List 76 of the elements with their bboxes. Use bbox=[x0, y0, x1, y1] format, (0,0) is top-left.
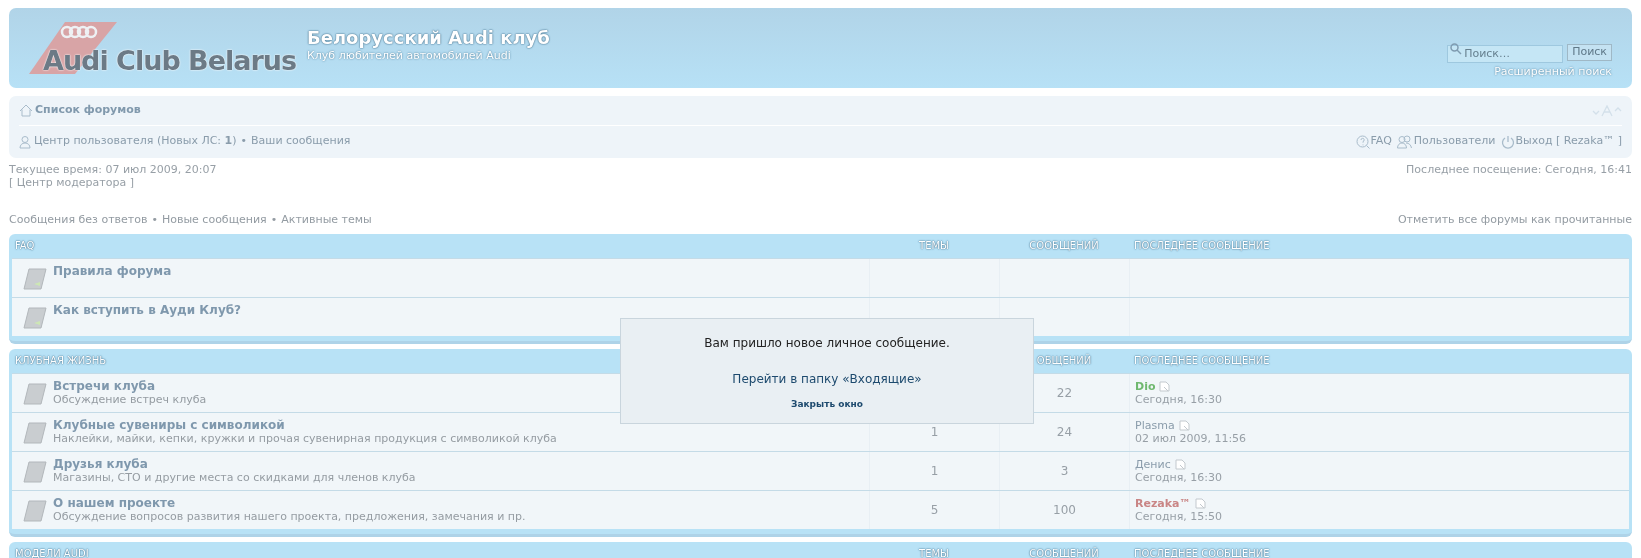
forum-title-link[interactable]: Правила форума bbox=[53, 264, 172, 278]
count-text: 5 bbox=[930, 502, 939, 519]
forum-icon bbox=[22, 460, 48, 484]
inbox-link[interactable]: Перейти в папку «Входящие» bbox=[732, 370, 922, 388]
column-header: ТЕМЫ bbox=[918, 548, 950, 558]
count-text: 1 bbox=[930, 424, 939, 441]
last-visit: Последнее посещение: Сегодня, 16:41 bbox=[1406, 163, 1632, 178]
site-title: Белорусский Audi клуб bbox=[307, 27, 550, 49]
nav-link[interactable]: Выход [ Rezaka™ ] bbox=[1500, 133, 1622, 150]
count-text: 24 bbox=[1056, 424, 1073, 441]
column-header: СООБЩЕНИЙ bbox=[1028, 240, 1100, 252]
goto-post-icon[interactable] bbox=[1178, 420, 1190, 431]
current-time: Текущее время: 07 июл 2009, 20:07 bbox=[9, 163, 217, 176]
separator: • bbox=[151, 213, 158, 227]
breadcrumb-link[interactable]: Список форумов bbox=[19, 102, 141, 119]
forum-description: Обсуждение вопросов развития нашего проекта, предложения, замечания и пр. bbox=[53, 510, 526, 524]
count-text: 1 bbox=[930, 463, 939, 480]
nav-link[interactable]: Центр пользователя (Новых ЛС: 1) bbox=[19, 133, 237, 150]
user-icon bbox=[19, 134, 33, 149]
column-header: ПОСЛЕДНЕЕ СООБЩЕНИЕ bbox=[1133, 355, 1271, 367]
column-header: ОБЩЕНИЙ bbox=[1035, 355, 1093, 367]
goto-post-icon[interactable] bbox=[1194, 498, 1206, 509]
section-title: МОДЕЛИ AUDI bbox=[14, 548, 90, 558]
nav-link[interactable]: Пользователи bbox=[1396, 133, 1496, 150]
search-link[interactable]: Сообщения без ответов bbox=[9, 213, 148, 227]
help-icon bbox=[1355, 134, 1370, 149]
goto-post-icon[interactable] bbox=[1159, 381, 1171, 392]
column-header: ТЕМЫ bbox=[918, 240, 950, 252]
close-link[interactable]: Закрыть окно bbox=[791, 398, 863, 412]
section-title: FAQ bbox=[14, 240, 36, 252]
forum-icon bbox=[22, 499, 48, 523]
goto-post-icon[interactable] bbox=[1174, 459, 1186, 470]
forum-title-link[interactable]: О нашем проекте bbox=[53, 496, 176, 510]
count-text: 22 bbox=[1056, 385, 1073, 402]
post-time: Сегодня, 16:30 bbox=[1135, 471, 1224, 484]
forum-icon bbox=[22, 382, 48, 406]
users-icon bbox=[1396, 134, 1413, 149]
search-link[interactable]: Новые сообщения bbox=[161, 213, 267, 227]
count-text: 100 bbox=[1053, 502, 1076, 519]
mark-read-link[interactable]: Отметить все форумы как прочитанные bbox=[1397, 213, 1632, 227]
search-button[interactable]: Поиск bbox=[1567, 43, 1612, 61]
forum-title-link[interactable]: Клубные сувениры с символикой bbox=[53, 418, 285, 432]
section-title: КЛУБНАЯ ЖИЗНЬ bbox=[14, 355, 108, 367]
forum-icon bbox=[22, 306, 48, 330]
search-link[interactable]: Активные темы bbox=[281, 213, 372, 227]
column-header: ПОСЛЕДНЕЕ СООБЩЕНИЕ bbox=[1133, 240, 1271, 252]
post-time: Сегодня, 15:50 bbox=[1135, 510, 1224, 523]
site-description: Клуб любителей автомобилей Audi bbox=[307, 49, 512, 63]
home-icon bbox=[19, 104, 33, 117]
separator: • bbox=[270, 213, 278, 227]
author-link[interactable]: Денис bbox=[1135, 458, 1171, 471]
forum-title-link[interactable]: Друзья клуба bbox=[53, 457, 148, 471]
column-header: СООБЩЕНИЙ bbox=[1028, 548, 1100, 558]
font-size-icon[interactable] bbox=[1592, 104, 1622, 117]
advanced-search-link[interactable]: Расширенный поиск bbox=[1494, 65, 1612, 79]
power-icon bbox=[1500, 134, 1515, 149]
forum-description: Обсуждение встреч клуба bbox=[53, 393, 207, 407]
forum-title-link[interactable]: Как вступить в Ауди Клуб? bbox=[53, 303, 242, 317]
forum-description: Наклейки, майки, кепки, кружки и прочая сувенирная продукция с символикой клуба bbox=[53, 432, 557, 446]
count-text: 3 bbox=[1060, 463, 1069, 480]
nav-link[interactable]: Ваши сообщения bbox=[251, 133, 351, 150]
post-time: Сегодня, 16:30 bbox=[1135, 393, 1224, 406]
popup-message: Вам пришло новое личное сообщение. bbox=[704, 335, 950, 352]
post-time: 02 июл 2009, 11:56 bbox=[1135, 432, 1248, 445]
column-header: ПОСЛЕДНЕЕ СООБЩЕНИЕ bbox=[1133, 548, 1271, 558]
forum-icon bbox=[22, 267, 48, 291]
forum-icon bbox=[22, 421, 48, 445]
nav-link[interactable]: FAQ bbox=[1355, 133, 1392, 150]
author-link[interactable]: Plasma bbox=[1135, 419, 1175, 432]
forum-description: Магазины, СТО и другие места со скидками для членов клуба bbox=[53, 471, 416, 485]
forum-title-link[interactable]: Встречи клуба bbox=[53, 379, 155, 393]
separator: • bbox=[240, 133, 248, 150]
moderator-link[interactable]: [ Центр модератора ] bbox=[9, 176, 134, 189]
search-field[interactable]: Поиск… bbox=[1447, 44, 1564, 63]
author-link[interactable]: Rezaka™ bbox=[1135, 497, 1191, 510]
author-link[interactable]: Dio bbox=[1135, 380, 1156, 393]
